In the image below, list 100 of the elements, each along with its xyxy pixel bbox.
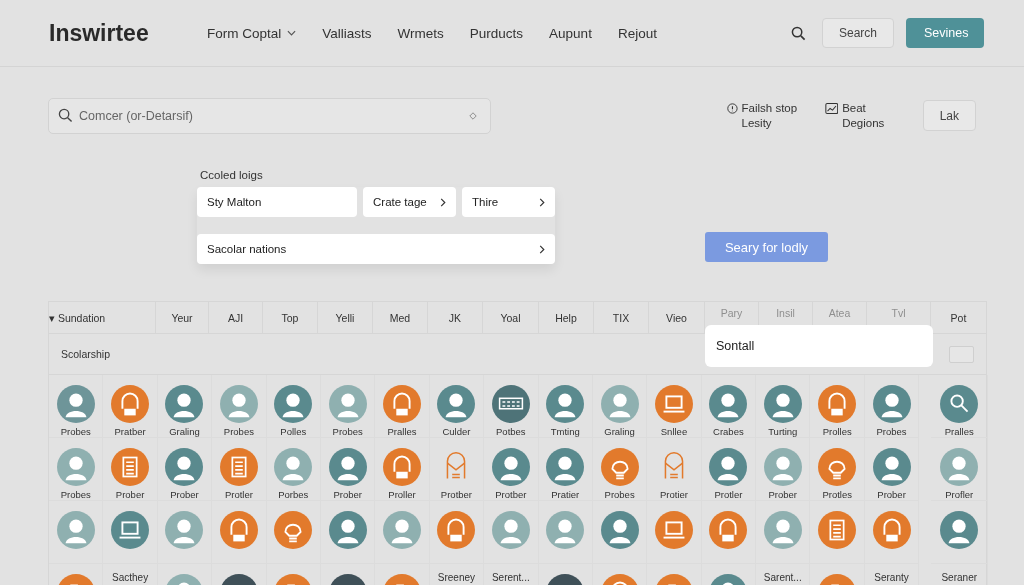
nav-link[interactable]: Wrmets bbox=[397, 25, 444, 41]
person-icon[interactable] bbox=[600, 511, 639, 549]
person-icon[interactable] bbox=[546, 511, 585, 549]
column-header[interactable]: JK bbox=[428, 302, 483, 333]
chart-icon[interactable] bbox=[824, 101, 839, 115]
person-icon[interactable] bbox=[165, 511, 204, 549]
lamp-icon[interactable] bbox=[600, 448, 639, 486]
search-icon bbox=[58, 107, 73, 123]
action-button[interactable]: Lak bbox=[922, 100, 976, 131]
action-label[interactable]: Failsh stop Lesity bbox=[741, 100, 811, 131]
person-icon[interactable] bbox=[274, 448, 313, 486]
person-icon[interactable] bbox=[383, 511, 422, 549]
icon-label: Protles bbox=[822, 489, 852, 500]
column-header[interactable]: Pot bbox=[931, 302, 986, 333]
nav-link[interactable]: Aupunt bbox=[549, 25, 592, 41]
icon-label: Probes bbox=[60, 489, 91, 500]
icon-label: Tmting bbox=[550, 426, 580, 437]
option-chip[interactable]: Thire bbox=[462, 187, 555, 217]
chevron-icon bbox=[539, 244, 545, 254]
chevron-icon bbox=[539, 197, 545, 207]
person-icon[interactable] bbox=[328, 448, 367, 486]
person-icon[interactable] bbox=[56, 448, 95, 486]
search-field[interactable]: Comcer (or-Detarsif) bbox=[48, 97, 491, 134]
person-icon[interactable] bbox=[274, 385, 313, 423]
person-icon[interactable] bbox=[763, 385, 802, 423]
column-header[interactable]: Yelli bbox=[318, 302, 373, 333]
column-header[interactable]: Top bbox=[263, 302, 318, 333]
headset-icon[interactable] bbox=[383, 448, 422, 486]
icon-label: Turting bbox=[768, 426, 798, 437]
person-icon[interactable] bbox=[872, 385, 911, 423]
lamp-icon[interactable] bbox=[274, 511, 313, 549]
monitor-icon[interactable] bbox=[111, 511, 150, 549]
person-icon[interactable] bbox=[763, 511, 802, 549]
logo: Inswirtee bbox=[49, 19, 150, 47]
person-icon[interactable] bbox=[437, 385, 476, 423]
person-icon[interactable] bbox=[872, 448, 911, 486]
headset-icon[interactable] bbox=[818, 385, 857, 423]
nav-link[interactable]: Purducts bbox=[469, 25, 524, 41]
info-icon[interactable] bbox=[726, 101, 738, 115]
list-icon[interactable] bbox=[219, 448, 258, 486]
option-chip[interactable]: Sty Malton bbox=[197, 187, 357, 217]
person-icon[interactable] bbox=[165, 385, 204, 423]
person-icon[interactable] bbox=[491, 511, 530, 549]
person-icon[interactable] bbox=[56, 511, 95, 549]
person-icon[interactable] bbox=[328, 511, 367, 549]
icon-label: Prober bbox=[768, 489, 798, 500]
person-icon[interactable] bbox=[940, 448, 979, 486]
person-icon[interactable] bbox=[165, 448, 204, 486]
column-header[interactable]: Yeur bbox=[156, 302, 209, 333]
headset-icon[interactable] bbox=[219, 511, 258, 549]
list-icon[interactable] bbox=[111, 448, 150, 486]
nav-link[interactable]: Valliasts bbox=[322, 25, 372, 41]
primary-button[interactable]: Sevines bbox=[906, 18, 984, 48]
icon-label: Protler bbox=[224, 489, 253, 500]
headset-icon[interactable] bbox=[111, 385, 150, 423]
icon-label: Probes bbox=[60, 426, 91, 437]
nav-link[interactable]: Rejout bbox=[617, 25, 657, 41]
headset-icon[interactable] bbox=[872, 511, 911, 549]
headset-icon[interactable] bbox=[383, 385, 422, 423]
person-icon[interactable] bbox=[709, 385, 748, 423]
column-header[interactable]: AJI bbox=[209, 302, 263, 333]
column-header[interactable]: Help bbox=[539, 302, 594, 333]
cell-text: Seranty bbox=[874, 572, 909, 583]
column-header[interactable]: TIX bbox=[594, 302, 649, 333]
chevron-icon bbox=[440, 197, 446, 207]
monitor-icon[interactable] bbox=[655, 511, 693, 549]
person-icon[interactable] bbox=[709, 448, 748, 486]
icon-label: Protier bbox=[660, 489, 688, 500]
lamp-icon[interactable] bbox=[818, 448, 857, 486]
nav-link[interactable]: Form Coptal bbox=[207, 25, 297, 41]
action-label[interactable]: Beat Degions bbox=[842, 100, 909, 131]
person-icon[interactable] bbox=[491, 448, 530, 486]
icon-label: Potbes bbox=[496, 426, 526, 437]
option-chip[interactable]: Crate tage bbox=[363, 187, 456, 217]
person-icon[interactable] bbox=[328, 385, 367, 423]
search-icon[interactable] bbox=[790, 25, 806, 41]
column-header[interactable]: Yoal bbox=[483, 302, 539, 333]
list-icon[interactable] bbox=[818, 511, 857, 549]
icon-label: Snllee bbox=[660, 426, 688, 437]
popup[interactable]: Sontall bbox=[705, 325, 933, 367]
option-chip[interactable]: Sacolar nations bbox=[197, 234, 555, 264]
person-icon[interactable] bbox=[940, 511, 979, 549]
person-icon[interactable] bbox=[600, 385, 639, 423]
magnifier-icon[interactable] bbox=[940, 385, 979, 423]
headset-icon[interactable] bbox=[437, 511, 476, 549]
search-button[interactable]: Search bbox=[821, 18, 894, 48]
column-header[interactable]: Vieo bbox=[649, 302, 705, 333]
person-icon[interactable] bbox=[763, 448, 802, 486]
cell-text: Serent... bbox=[491, 572, 530, 583]
monitor-icon[interactable] bbox=[655, 385, 693, 423]
person-icon[interactable] bbox=[546, 448, 585, 486]
person-icon[interactable] bbox=[546, 385, 585, 423]
column-header[interactable]: Med bbox=[373, 302, 428, 333]
column-header[interactable]: ▾ Sundation bbox=[49, 302, 156, 333]
icon-label: Probes bbox=[604, 489, 635, 500]
headset-icon[interactable] bbox=[709, 511, 748, 549]
person-icon[interactable] bbox=[219, 385, 258, 423]
panel-icon[interactable] bbox=[491, 385, 530, 423]
panel-title: Ccoled loigs bbox=[199, 169, 264, 183]
person-icon[interactable] bbox=[56, 385, 95, 423]
